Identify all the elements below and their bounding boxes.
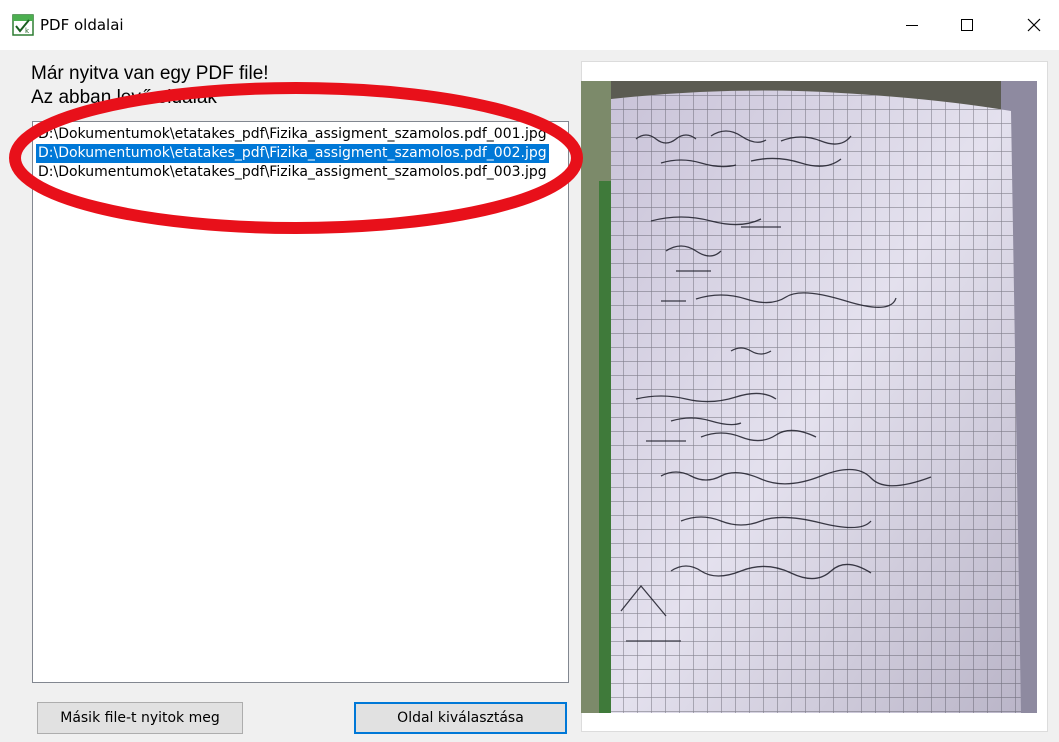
maximize-button[interactable]: [944, 0, 990, 50]
already-open-notice: Már nyitva van egy PDF file!: [31, 63, 269, 84]
list-item[interactable]: D:\Dokumentumok\etatakes_pdf\Fizika_assi…: [36, 125, 549, 144]
open-other-file-button[interactable]: Másik file-t nyitok meg: [37, 702, 243, 734]
list-item-selected[interactable]: D:\Dokumentumok\etatakes_pdf\Fizika_assi…: [36, 144, 549, 163]
close-button[interactable]: [1011, 0, 1057, 50]
app-icon: k: [12, 14, 34, 36]
close-icon: [1027, 18, 1041, 32]
minimize-icon: [906, 25, 918, 26]
maximize-icon: [961, 19, 973, 31]
select-page-button[interactable]: Oldal kiválasztása: [354, 702, 567, 734]
list-item[interactable]: D:\Dokumentumok\etatakes_pdf\Fizika_assi…: [36, 163, 549, 182]
title-bar[interactable]: k PDF oldalai: [0, 0, 1059, 50]
minimize-button[interactable]: [889, 0, 935, 50]
page-preview-image: [581, 81, 1037, 713]
pdf-pages-window: k PDF oldalai Már nyitva van egy PDF fil…: [0, 0, 1059, 742]
pages-listbox[interactable]: D:\Dokumentumok\etatakes_pdf\Fizika_assi…: [32, 121, 569, 683]
window-title: PDF oldalai: [40, 16, 124, 34]
pages-heading: Az abban levő oldalak: [31, 87, 217, 108]
